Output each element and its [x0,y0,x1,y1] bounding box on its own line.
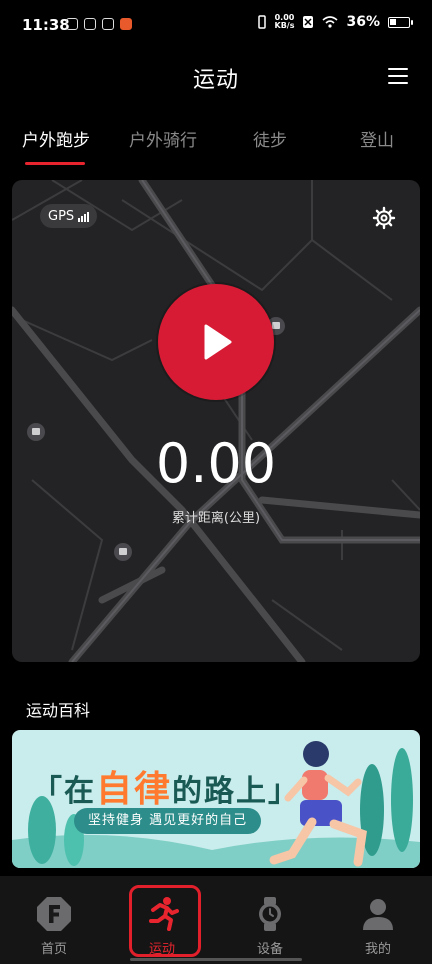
notification-icon [120,18,132,30]
nav-label-sport: 运动 [148,942,175,957]
gps-label: GPS [48,208,75,224]
profile-icon [363,899,393,930]
tab-outdoor-cycling[interactable]: 户外骑行 [129,126,197,151]
banner-subtitle: 坚持健身 遇见更好的自己 [74,808,262,834]
nav-item-sport[interactable]: 运动 [108,876,216,964]
map-card: GPS 0.00 累计距离(公里) [12,180,420,662]
menu-button[interactable] [388,68,410,86]
banner-headline: 「在自律的路上」 [32,760,300,812]
signal-icon [78,210,90,222]
runner-icon [149,897,179,931]
home-f-icon [37,897,71,931]
page-title: 运动 [192,68,239,93]
nav-label-profile: 我的 [364,942,391,957]
tab-hiking[interactable]: 徒步 [253,126,287,151]
notification-icon [102,18,114,30]
app-header: 运动 [0,52,432,100]
home-indicator[interactable] [130,958,302,961]
banner-headline-part: 「在 [32,774,96,809]
banner-headline-highlight: 自律 [96,769,173,810]
watch-icon [259,897,281,931]
start-run-button[interactable] [158,284,274,400]
nav-item-home[interactable]: 首页 [0,876,108,964]
network-speed: 0.00 KB/s [275,14,295,30]
gps-status: GPS [40,204,98,228]
banner-headline-part: 的路上」 [172,774,301,809]
status-bar: 11:38 0.00 KB/s 36% [0,0,432,52]
distance-value: 0.00 [155,432,277,495]
encyclopedia-banner[interactable]: 「在自律的路上」 坚持健身 遇见更好的自己 [12,730,420,868]
notification-icons [66,18,132,30]
vibrate-icon [257,15,266,29]
wifi-icon [322,16,339,28]
battery-level [390,18,396,25]
bottom-navigation: 首页 运动 设备 我的 [0,876,432,964]
status-right: 0.00 KB/s 36% [257,14,413,30]
distance-label: 累计距离(公里) [171,511,261,526]
tab-climbing[interactable]: 登山 [360,126,394,151]
notification-icon [84,18,96,30]
play-icon [204,324,232,360]
network-speed-unit: KB/s [274,21,295,30]
battery-icon [388,16,413,28]
gear-icon [372,206,396,230]
status-time: 11:38 [22,16,70,34]
tab-outdoor-running[interactable]: 户外跑步 [22,126,90,151]
nav-item-profile[interactable]: 我的 [324,876,432,964]
map-background [12,180,420,662]
section-title-encyclopedia: 运动百科 [26,701,91,720]
notification-icon [66,18,78,30]
battery-percent: 36% [346,14,380,30]
nav-label-device: 设备 [256,942,283,957]
active-tab-indicator [25,162,85,165]
nav-item-device[interactable]: 设备 [216,876,324,964]
settings-button[interactable] [372,206,396,230]
nav-label-home: 首页 [40,942,67,957]
sport-type-tabs: 户外跑步 户外骑行 徒步 登山 [0,118,432,170]
sim-off-icon [303,16,314,28]
